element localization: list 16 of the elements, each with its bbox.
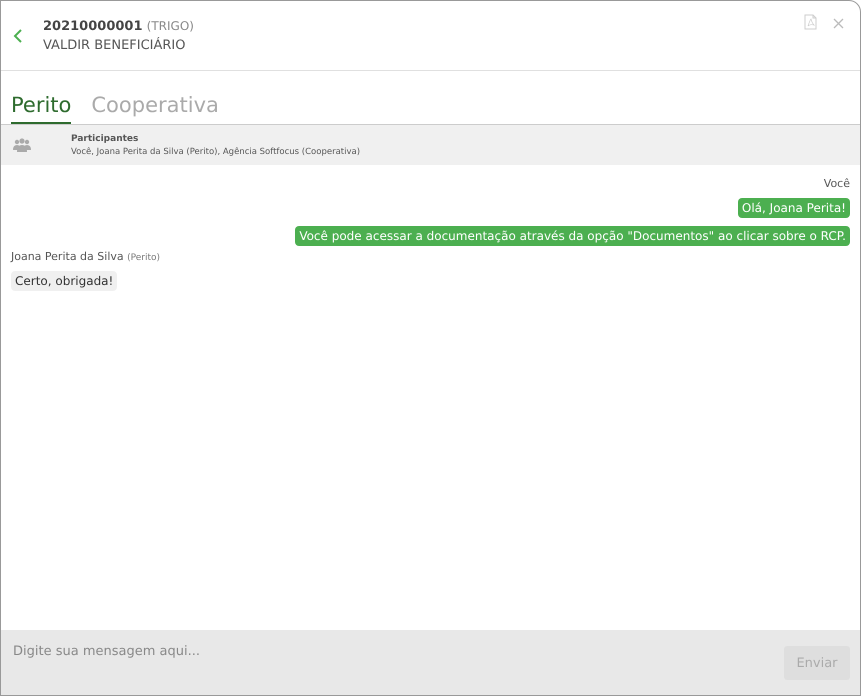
pdf-icon[interactable] (804, 14, 817, 30)
record-number: 20210000001 (43, 18, 142, 34)
beneficiary-name: VALDIR BENEFICIÁRIO (43, 38, 186, 52)
participants-label: Participantes (71, 134, 140, 144)
crop-label: (TRIGO) (146, 18, 194, 32)
tab[interactable]: Cooperativa (91, 93, 219, 124)
close-icon[interactable] (833, 18, 844, 29)
message-bubble: Certo, obrigada! (11, 271, 118, 291)
participants-list: Você, Joana Perita da Silva (Perito), Agência Softfocus (Cooperativa) (71, 146, 360, 156)
sender-name: Você (824, 177, 850, 190)
sender-role: (Perito) (127, 253, 160, 263)
message-bubble: Você pode acessar a documentação através da opção "Documentos" ao clicar sobre o RCP. (295, 226, 850, 246)
message-bubble: Olá, Joana Perita! (738, 198, 850, 218)
sender-name: Joana Perita da Silva (11, 250, 124, 263)
back-icon[interactable] (13, 28, 23, 44)
group-icon (13, 138, 31, 152)
